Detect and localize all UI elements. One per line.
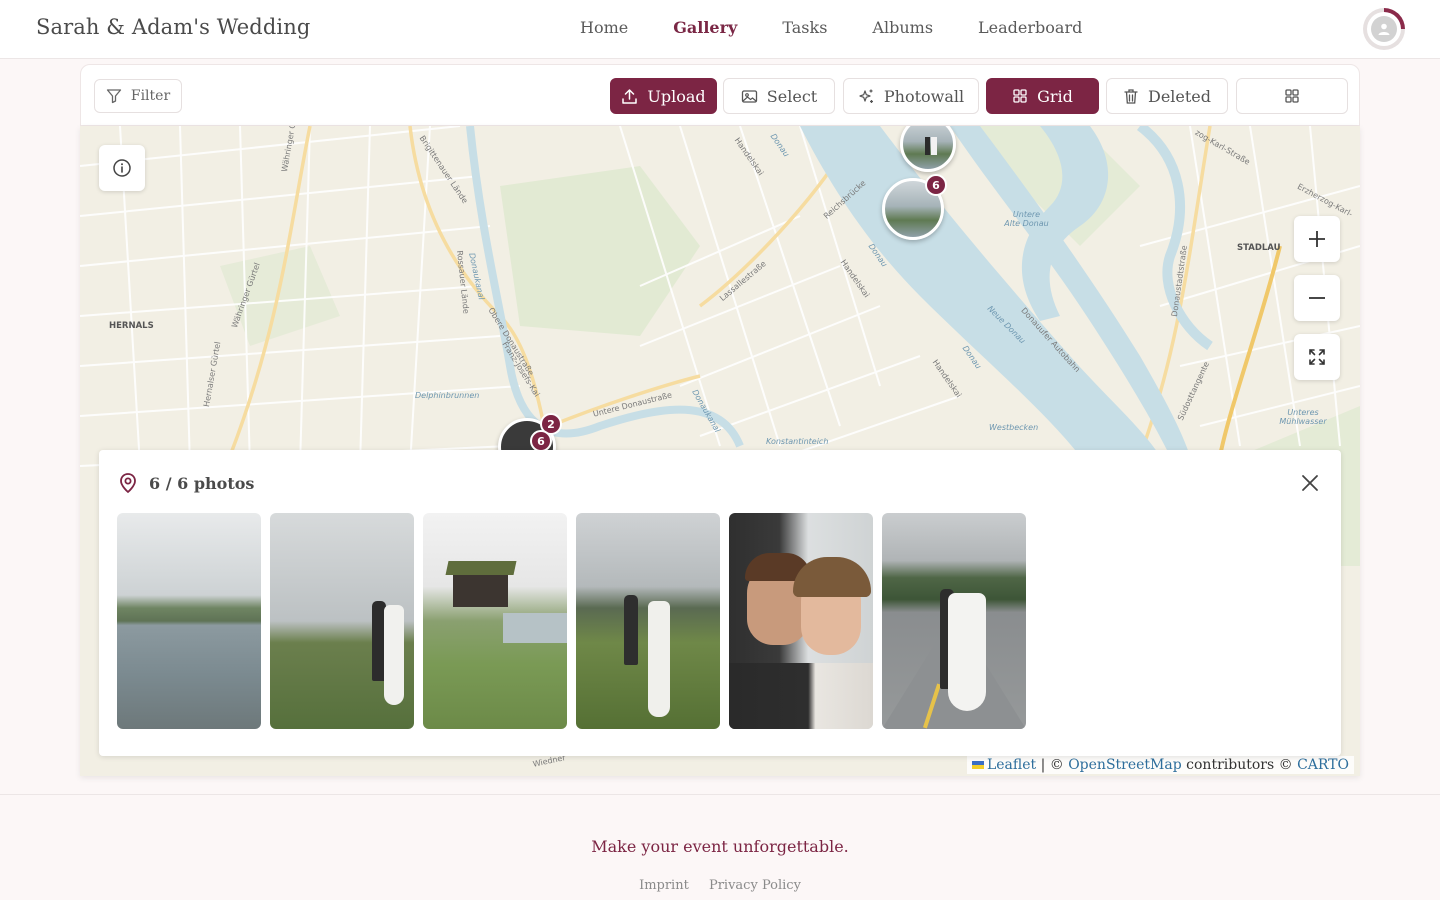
map-attribution: Leaflet | © OpenStreetMap contributors ©… — [966, 756, 1354, 774]
map-info-button[interactable] — [99, 145, 145, 191]
photo-count: 6 / 6 photos — [149, 473, 255, 493]
info-icon — [113, 159, 131, 177]
plus-icon — [1309, 231, 1325, 247]
map-label-delphinbrunnen: Delphinbrunnen — [415, 391, 480, 400]
minus-icon — [1309, 297, 1325, 299]
expand-icon — [1309, 349, 1325, 365]
fullscreen-button[interactable] — [1294, 334, 1340, 380]
photo-thumbnail-couple-forehead-touch[interactable] — [729, 513, 873, 729]
nav-gallery[interactable]: Gallery — [673, 18, 737, 37]
cluster-count-badge: 6 — [925, 174, 947, 196]
map-label-untere-alte-donau: Untere Alte Donau — [1004, 210, 1049, 228]
avatar — [1367, 12, 1401, 46]
filter-button[interactable]: Filter — [94, 79, 182, 113]
deleted-label: Deleted — [1147, 86, 1212, 106]
footer-tagline: Make your event unforgettable. — [591, 837, 849, 856]
location-photo-panel: 6 / 6 photos — [99, 450, 1341, 756]
deleted-button[interactable]: Deleted — [1106, 78, 1228, 114]
photo-thumbnail-couple-in-meadow[interactable] — [270, 513, 414, 729]
image-icon — [741, 89, 757, 103]
grid-icon — [1285, 89, 1299, 103]
upload-icon — [622, 88, 638, 104]
zoom-in-button[interactable] — [1294, 216, 1340, 262]
openstreetmap-link[interactable]: OpenStreetMap — [1068, 757, 1182, 773]
photo-thumbnail-cabin-by-lake[interactable] — [423, 513, 567, 729]
ukraine-flag-icon — [971, 761, 984, 769]
photowall-label: Photowall — [883, 86, 965, 106]
map-label-hernals: HERNALS — [109, 321, 154, 331]
zoom-out-button[interactable] — [1294, 275, 1340, 321]
sparkles-icon — [859, 89, 873, 103]
nav-home[interactable]: Home — [580, 18, 628, 37]
footer-links: Imprint Privacy Policy — [0, 878, 1440, 893]
map-label-westbecken: Westbecken — [989, 423, 1039, 432]
brand-title[interactable]: Sarah & Adam's Wedding — [36, 15, 310, 39]
user-icon — [1371, 16, 1397, 42]
map-label-unteres-muehlwasser: Unteres Mühlwasser — [1279, 408, 1327, 426]
grid-button[interactable]: Grid — [986, 78, 1099, 114]
avatar-progress-ring[interactable] — [1363, 8, 1405, 50]
select-button[interactable]: Select — [723, 78, 835, 114]
main-nav: Home Gallery Tasks Albums Leaderboard — [580, 18, 1127, 37]
filter-label: Filter — [130, 88, 171, 104]
map-label-konstantinteich: Konstantinteich — [766, 437, 829, 446]
panel-header: 6 / 6 photos — [117, 472, 254, 494]
privacy-policy-link[interactable]: Privacy Policy — [709, 878, 801, 893]
select-label: Select — [766, 86, 818, 106]
grid-label: Grid — [1037, 86, 1073, 106]
app-header: Sarah & Adam's Wedding Home Gallery Task… — [0, 0, 1440, 59]
photowall-button[interactable]: Photowall — [843, 78, 979, 114]
nav-tasks[interactable]: Tasks — [782, 18, 827, 37]
contributors-text: contributors © — [1186, 757, 1293, 773]
photo-thumbnail-couple-on-road[interactable] — [882, 513, 1026, 729]
grid-icon — [1013, 89, 1027, 103]
nav-leaderboard[interactable]: Leaderboard — [978, 18, 1082, 37]
trash-icon — [1124, 88, 1138, 104]
gallery-toolbar: Filter Upload Select Photowall Grid Dele… — [80, 64, 1360, 126]
upload-button[interactable]: Upload — [610, 78, 717, 114]
upload-label: Upload — [647, 86, 706, 106]
imprint-link[interactable]: Imprint — [639, 878, 689, 893]
photo-thumbnail-strip — [117, 513, 1035, 729]
map-pin-icon — [120, 473, 136, 494]
leaflet-link[interactable]: Leaflet — [987, 757, 1036, 773]
layout-toggle-button[interactable] — [1236, 78, 1348, 114]
page-footer: Make your event unforgettable. Imprint P… — [0, 794, 1440, 900]
photo-thumbnail-couple-standing-in-grass[interactable] — [576, 513, 720, 729]
nav-albums[interactable]: Albums — [872, 18, 933, 37]
close-panel-button[interactable] — [1301, 474, 1319, 496]
close-icon — [1302, 475, 1318, 491]
carto-link[interactable]: CARTO — [1297, 757, 1349, 773]
photo-thumbnail-lake-landscape[interactable] — [117, 513, 261, 729]
cluster-count-badge: 6 — [530, 430, 552, 452]
map-label-stadlau: STADLAU — [1237, 243, 1281, 253]
filter-icon — [106, 89, 122, 104]
